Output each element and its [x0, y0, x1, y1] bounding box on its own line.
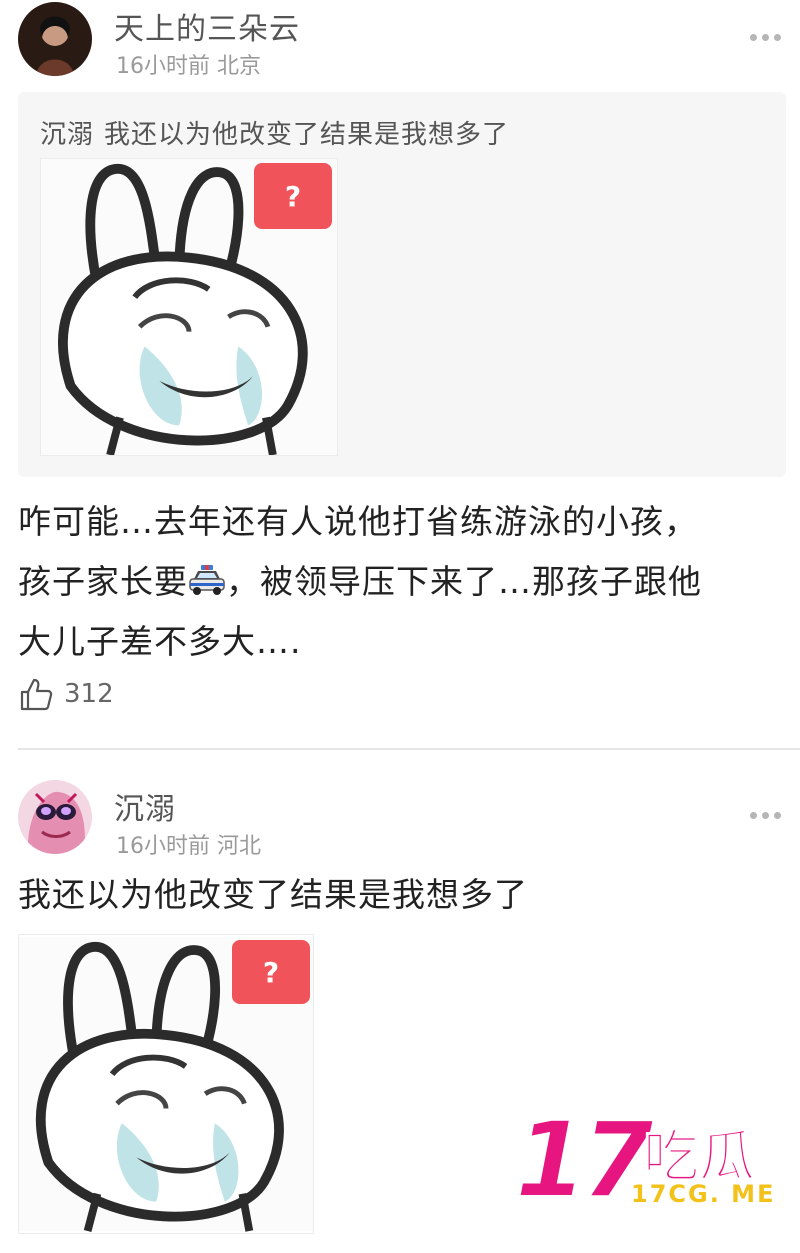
- reply-more-button[interactable]: [750, 812, 781, 819]
- post-more-button[interactable]: [750, 34, 781, 41]
- post-time: 16小时前: [116, 54, 210, 79]
- post-body-line: 孩子家长要 ，被领导压下来了…那孩子跟他: [18, 552, 788, 612]
- comment-divider: [18, 748, 800, 750]
- post-body-line: 大儿子差不多大….: [18, 622, 302, 661]
- post-body-line: 咋可能…去年还有人说他打省练游泳的小孩，: [18, 502, 698, 541]
- watermark-url: 17CG. ME: [631, 1180, 776, 1208]
- more-dot: [750, 812, 757, 819]
- post-author-avatar[interactable]: [18, 2, 92, 76]
- police-car-icon: [188, 556, 226, 595]
- more-dot: [774, 812, 781, 819]
- reply-meta: 16小时前 河北: [116, 828, 261, 860]
- post-location: 北京: [217, 54, 262, 79]
- reply-text: 我还以为他改变了结果是我想多了: [18, 875, 528, 914]
- question-badge: ?: [232, 940, 310, 1004]
- more-dot: [750, 34, 757, 41]
- like-count: 312: [64, 679, 114, 709]
- question-badge: ?: [254, 163, 332, 229]
- quoted-comment-content: 我还以为他改变了结果是我想多了: [104, 120, 510, 150]
- site-watermark: 17 吃瓜 17CG. ME: [514, 1099, 785, 1221]
- more-dot: [774, 34, 781, 41]
- reply-location: 河北: [217, 834, 262, 859]
- more-dot: [762, 34, 769, 41]
- thumbs-up-icon: [20, 678, 53, 711]
- reply-author-avatar[interactable]: [18, 780, 92, 854]
- reply-author-name[interactable]: 沉溺: [114, 784, 176, 828]
- post-author-name[interactable]: 天上的三朵云: [114, 4, 300, 48]
- more-dot: [762, 812, 769, 819]
- like-button[interactable]: 312: [18, 676, 114, 712]
- quoted-comment-text: 沉溺 我还以为他改变了结果是我想多了: [40, 114, 509, 151]
- post-meta: 16小时前 北京: [116, 48, 261, 80]
- quoted-comment-author[interactable]: 沉溺: [40, 120, 94, 150]
- post-body: 咋可能…去年还有人说他打省练游泳的小孩， 孩子家长要 ，被领导压下来了…那孩子跟…: [18, 492, 788, 672]
- reply-time: 16小时前: [116, 834, 210, 859]
- watermark-number: 17: [514, 1099, 655, 1221]
